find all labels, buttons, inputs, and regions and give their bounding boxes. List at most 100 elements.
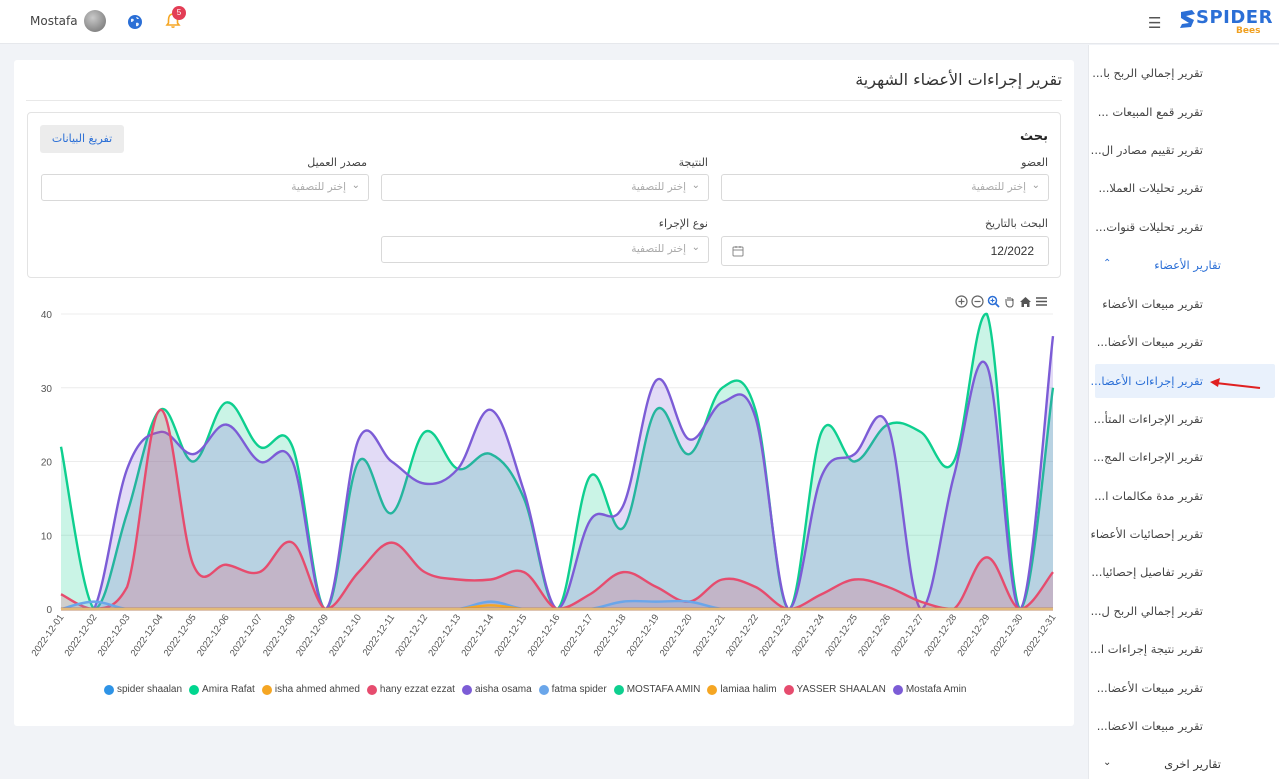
result-placeholder: إختر للتصفية bbox=[631, 181, 686, 193]
red-arrow-annotation bbox=[1210, 378, 1261, 389]
legend-item[interactable]: MOSTAFA AMIN bbox=[613, 684, 700, 695]
legend-item[interactable]: aisha osama bbox=[461, 684, 532, 695]
x-tick-label: 2022-12-08 bbox=[261, 612, 298, 658]
date-picker[interactable]: 12/2022 bbox=[721, 236, 1049, 266]
export-data-button[interactable]: تفريغ البيانات bbox=[40, 125, 124, 153]
sidebar-item[interactable]: تقرير إجمالي الربح ل... bbox=[1091, 596, 1203, 626]
result-label: النتيجة bbox=[678, 156, 708, 169]
sidebar-item[interactable]: تقرير تفاصيل إحصائيا... bbox=[1091, 557, 1203, 587]
x-tick-label: 2022-12-10 bbox=[327, 612, 364, 658]
legend-label: Mostafa Amin bbox=[905, 684, 967, 695]
logo[interactable]: SPIDER Bees bbox=[1178, 6, 1272, 38]
x-tick-label: 2022-12-11 bbox=[361, 612, 397, 658]
sidebar-item[interactable]: تقرير مبيعات الأعضا... bbox=[1097, 327, 1203, 357]
legend-marker bbox=[104, 684, 114, 695]
avatar bbox=[83, 10, 106, 32]
action-type-placeholder: إختر للتصفية bbox=[631, 243, 686, 255]
sidebar: تقرير إجمالي الربح با... تقرير قمع المبي… bbox=[1088, 45, 1279, 779]
sidebar-item[interactable]: تقرير مبيعات الاعضا... bbox=[1097, 711, 1203, 741]
x-tick-label: 2022-12-30 bbox=[988, 612, 1025, 658]
legend-marker bbox=[366, 684, 377, 695]
x-tick-label: 2022-12-17 bbox=[559, 612, 596, 658]
sidebar-item[interactable]: تقرير تحليلات العملا... bbox=[1098, 173, 1203, 203]
y-tick-label: 10 bbox=[41, 531, 53, 542]
x-tick-label: 2022-12-24 bbox=[790, 612, 827, 658]
legend-item[interactable]: Amira Rafat bbox=[189, 684, 255, 695]
legend-item[interactable]: Mostafa Amin bbox=[892, 684, 967, 695]
y-tick-label: 0 bbox=[46, 605, 52, 616]
member-placeholder: إختر للتصفية bbox=[971, 181, 1026, 193]
menu-toggle-icon[interactable]: ☰ bbox=[1148, 14, 1161, 32]
x-tick-label: 2022-12-03 bbox=[96, 612, 133, 658]
x-tick-label: 2022-12-26 bbox=[856, 612, 893, 658]
action-type-label: نوع الإجراء bbox=[658, 217, 708, 230]
legend-item[interactable]: isha ahmed ahmed bbox=[261, 684, 360, 695]
x-tick-label: 2022-12-12 bbox=[393, 612, 430, 658]
sidebar-item[interactable]: تقرير تحليلات قنوات... bbox=[1095, 212, 1203, 242]
chevron-down-icon: ⌄ bbox=[351, 180, 360, 191]
x-tick-label: 2022-12-04 bbox=[129, 612, 166, 658]
legend-item[interactable]: YASSER SHAALAN bbox=[783, 684, 886, 695]
x-tick-label: 2022-12-15 bbox=[492, 612, 529, 658]
divider bbox=[26, 100, 1062, 101]
source-label: مصدر العميل bbox=[307, 156, 367, 169]
x-tick-label: 2022-12-31 bbox=[1022, 612, 1059, 658]
sidebar-group-members[interactable]: تقارير الأعضاء bbox=[1154, 252, 1221, 278]
legend-item[interactable]: hany ezzat ezzat bbox=[366, 684, 455, 695]
legend-marker bbox=[892, 684, 903, 695]
source-select[interactable]: ⌄ إختر للتصفية bbox=[41, 174, 369, 201]
sidebar-item[interactable]: تقرير تقييم مصادر ال... bbox=[1091, 135, 1203, 165]
user-name: Mostafa bbox=[30, 14, 78, 28]
y-tick-label: 20 bbox=[41, 458, 53, 469]
chevron-up-icon[interactable]: ⌃ bbox=[1103, 258, 1111, 269]
legend-label: lamiaa halim bbox=[720, 684, 777, 695]
sidebar-item[interactable]: تقرير إحصائيات الأعضاء bbox=[1090, 519, 1203, 549]
x-tick-label: 2022-12-25 bbox=[823, 612, 860, 658]
chevron-down-icon: ⌄ bbox=[1031, 180, 1040, 191]
legend-marker bbox=[707, 684, 718, 695]
sidebar-item[interactable]: تقرير مدة مكالمات ا... bbox=[1094, 481, 1203, 511]
legend-marker bbox=[783, 684, 794, 695]
sidebar-item-active[interactable]: تقرير إجراءات الأعضا... bbox=[1090, 366, 1203, 396]
sidebar-item[interactable]: تقرير إجمالي الربح با... bbox=[1092, 58, 1203, 88]
sidebar-item[interactable]: تقرير مبيعات الأعضا... bbox=[1097, 673, 1203, 703]
x-tick-label: 2022-12-29 bbox=[955, 612, 992, 658]
date-label: البحث بالتاريخ bbox=[984, 217, 1048, 230]
sidebar-item[interactable]: تقرير مبيعات الأعضاء bbox=[1102, 289, 1203, 319]
legend-item[interactable]: fatma spider bbox=[538, 684, 607, 695]
user-menu[interactable]: Mostafa bbox=[30, 10, 106, 32]
sidebar-group-other[interactable]: تقارير اخرى bbox=[1164, 751, 1221, 777]
legend-marker bbox=[538, 684, 549, 695]
legend-label: YASSER SHAALAN bbox=[796, 684, 886, 695]
sidebar-item[interactable]: تقرير نتيجة إجراءات ا... bbox=[1090, 634, 1203, 664]
legend-item[interactable]: lamiaa halim bbox=[707, 684, 777, 695]
x-tick-label: 2022-12-19 bbox=[625, 612, 662, 658]
member-label: العضو bbox=[1021, 156, 1048, 169]
x-tick-label: 2022-12-13 bbox=[426, 612, 463, 658]
action-type-select[interactable]: ⌄ إختر للتصفية bbox=[381, 236, 709, 263]
member-select[interactable]: ⌄ إختر للتصفية bbox=[721, 174, 1049, 201]
sidebar-item[interactable]: تقرير الإجراءات المج... bbox=[1093, 442, 1203, 472]
chevron-down-icon[interactable]: ⌄ bbox=[1103, 757, 1111, 768]
x-tick-label: 2022-12-16 bbox=[526, 612, 563, 658]
logo-sub: Bees bbox=[1236, 26, 1261, 36]
legend-label: fatma spider bbox=[551, 684, 607, 695]
sidebar-item[interactable]: تقرير الإجراءات المتأ... bbox=[1094, 404, 1203, 434]
x-tick-label: 2022-12-23 bbox=[757, 612, 794, 658]
x-tick-label: 2022-12-21 bbox=[691, 612, 728, 658]
x-tick-label: 2022-12-01 bbox=[30, 612, 67, 658]
legend-marker bbox=[461, 684, 472, 695]
legend-item[interactable]: spider shaalan bbox=[104, 684, 182, 695]
x-tick-label: 2022-12-18 bbox=[592, 612, 629, 658]
x-tick-label: 2022-12-05 bbox=[162, 612, 199, 658]
globe-icon[interactable] bbox=[127, 14, 143, 30]
result-select[interactable]: ⌄ إختر للتصفية bbox=[381, 174, 709, 201]
top-bar: Mostafa 5 ☰ SPIDER Bees bbox=[0, 0, 1279, 44]
page-title: تقرير إجراءات الأعضاء الشهرية bbox=[855, 70, 1062, 89]
chart-legend: spider shaalan Amira Rafat isha ahmed ahme… bbox=[104, 684, 966, 695]
x-tick-label: 2022-12-14 bbox=[459, 612, 496, 658]
x-tick-label: 2022-12-09 bbox=[294, 612, 331, 658]
y-tick-label: 40 bbox=[41, 310, 53, 321]
logo-word: SPIDER bbox=[1196, 7, 1273, 28]
sidebar-item[interactable]: تقرير قمع المبيعات ... bbox=[1098, 97, 1203, 127]
